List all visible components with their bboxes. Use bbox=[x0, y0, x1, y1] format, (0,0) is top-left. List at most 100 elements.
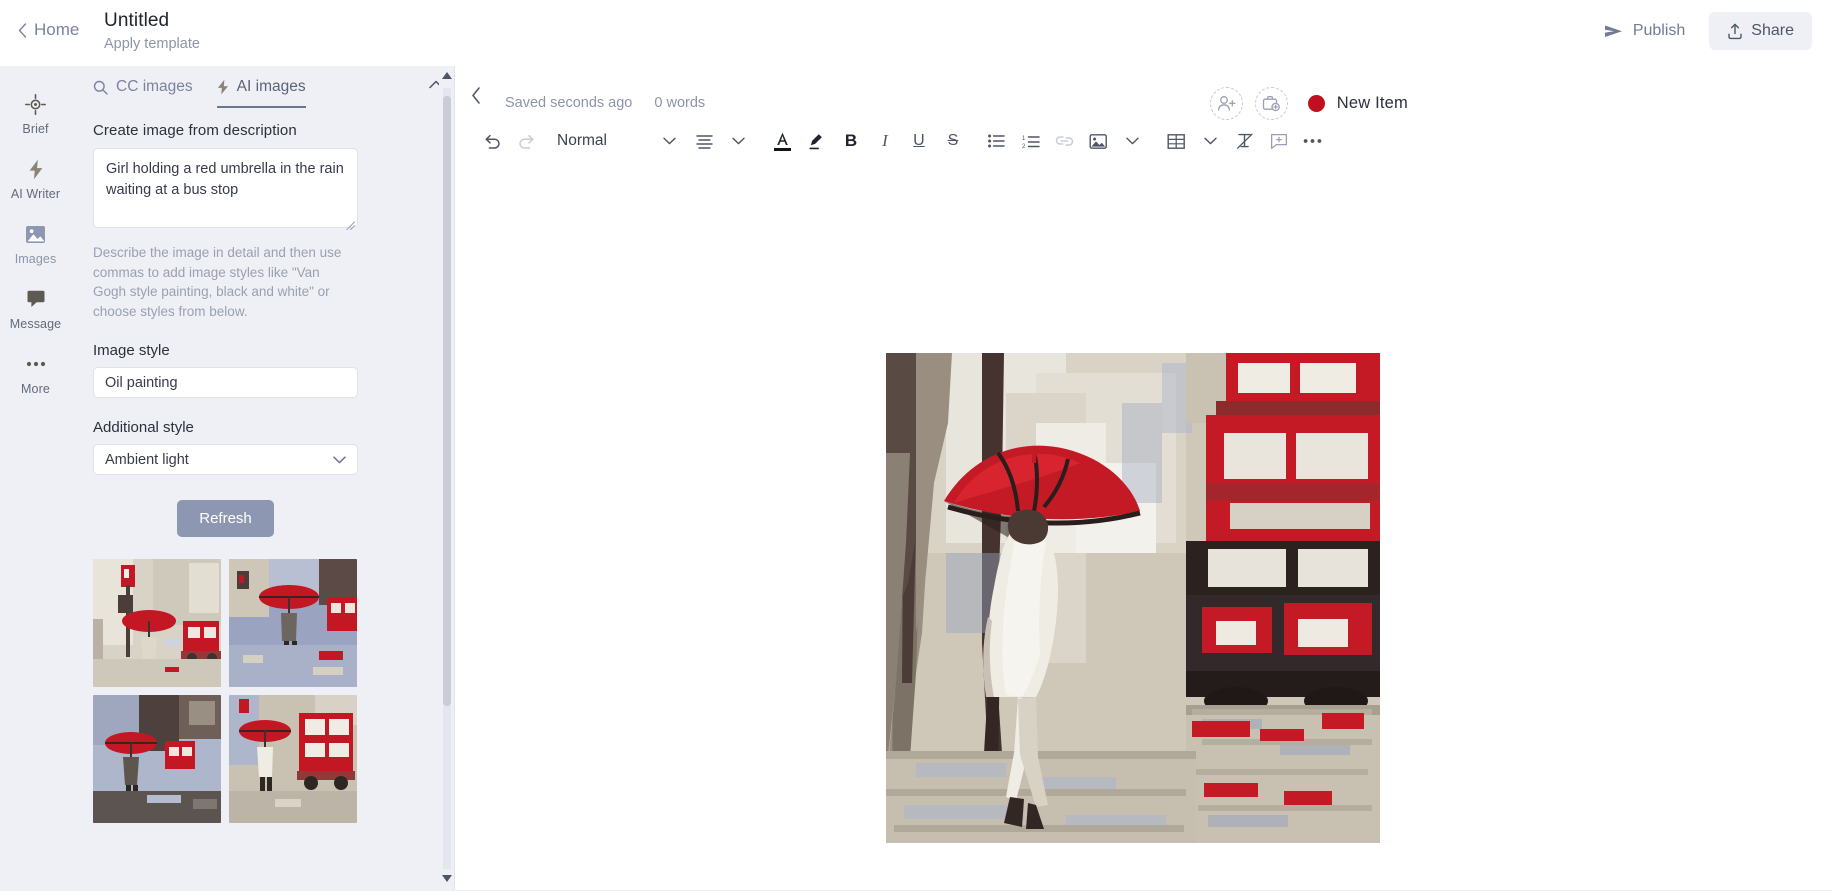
saved-status: Saved seconds ago bbox=[505, 95, 633, 111]
editor-collapse-button[interactable] bbox=[465, 84, 487, 106]
image-style-value: Oil painting bbox=[105, 374, 178, 391]
left-nav-rail: Brief AI Writer Images Message More bbox=[0, 66, 71, 891]
ai-thumbnail-grid bbox=[93, 559, 358, 823]
sidebar-item-ai-writer[interactable]: AI Writer bbox=[0, 147, 71, 210]
add-briefcase-icon[interactable] bbox=[1254, 86, 1288, 120]
underline-button[interactable]: U bbox=[902, 124, 936, 158]
paragraph-style-select[interactable]: Normal bbox=[543, 124, 684, 158]
italic-label: I bbox=[882, 131, 888, 150]
document-titles: Untitled Apply template bbox=[104, 0, 200, 55]
ai-thumbnail-4[interactable] bbox=[229, 695, 357, 823]
home-back-link[interactable]: Home bbox=[0, 0, 100, 40]
page-title: Untitled bbox=[104, 10, 170, 31]
document-editor: Saved seconds ago 0 words New Item Norma… bbox=[455, 66, 1832, 891]
word-count: 0 words bbox=[654, 95, 706, 111]
prompt-field-label: Create image from description bbox=[93, 122, 297, 139]
lightning-icon bbox=[217, 79, 229, 95]
additional-style-select[interactable]: Ambient light bbox=[93, 444, 358, 475]
additional-style-label: Additional style bbox=[93, 419, 194, 436]
insert-image-button[interactable] bbox=[1082, 124, 1116, 158]
font-color-icon bbox=[774, 124, 792, 158]
bullet-list-button[interactable] bbox=[980, 124, 1014, 158]
document-canvas[interactable] bbox=[455, 164, 1832, 891]
align-dropdown-button[interactable] bbox=[722, 124, 756, 158]
font-color-button[interactable] bbox=[766, 124, 800, 158]
paragraph-style-value: Normal bbox=[557, 132, 607, 149]
images-panel: CC images AI images Create image from de… bbox=[71, 66, 455, 891]
align-button[interactable] bbox=[688, 124, 722, 158]
search-icon bbox=[93, 80, 108, 95]
target-icon bbox=[25, 93, 46, 115]
prompt-textarea[interactable] bbox=[93, 148, 358, 228]
refresh-row: Refresh bbox=[93, 500, 358, 537]
publish-label: Publish bbox=[1632, 22, 1686, 39]
numbered-list-button[interactable]: 12 bbox=[1014, 124, 1048, 158]
image-dropdown-button[interactable] bbox=[1116, 124, 1150, 158]
tab-label: AI images bbox=[236, 78, 306, 95]
sidebar-item-message[interactable]: Message bbox=[0, 277, 71, 340]
sidebar-item-images[interactable]: Images bbox=[0, 212, 71, 275]
sidebar-item-label: AI Writer bbox=[10, 187, 61, 201]
ai-thumbnail-3[interactable] bbox=[93, 695, 221, 823]
tab-cc-images[interactable]: CC images bbox=[93, 78, 193, 108]
strikethrough-button[interactable]: S bbox=[936, 124, 970, 158]
insert-table-button[interactable] bbox=[1160, 124, 1194, 158]
link-button[interactable] bbox=[1048, 124, 1082, 158]
apply-template-link[interactable]: Apply template bbox=[104, 34, 200, 55]
panel-scrollbar[interactable] bbox=[439, 66, 455, 891]
status-badge bbox=[1307, 94, 1325, 112]
svg-text:1: 1 bbox=[1022, 136, 1026, 142]
additional-style-value: Ambient light bbox=[105, 451, 189, 468]
panel-scroll-area: Create image from description Describe t… bbox=[71, 110, 455, 891]
new-item-label: New Item bbox=[1336, 93, 1408, 112]
chevron-down-icon bbox=[333, 455, 346, 464]
font-color-swatch bbox=[774, 147, 792, 152]
panel-tab-bar: CC images AI images bbox=[71, 66, 455, 110]
tab-label: CC images bbox=[116, 78, 193, 95]
clear-format-button[interactable] bbox=[1228, 124, 1262, 158]
top-bar-actions: Publish Share bbox=[1590, 0, 1832, 50]
new-item-chip[interactable]: New Item bbox=[1307, 93, 1408, 113]
redo-button[interactable] bbox=[509, 124, 543, 158]
sidebar-item-label: Brief bbox=[22, 122, 49, 136]
table-dropdown-button[interactable] bbox=[1194, 124, 1228, 158]
message-icon bbox=[26, 288, 46, 310]
sidebar-item-label: Message bbox=[9, 317, 62, 331]
app-root: Home Untitled Apply template Publish Sha… bbox=[0, 0, 1832, 891]
share-label: Share bbox=[1751, 22, 1794, 39]
strikethrough-label: S bbox=[947, 132, 959, 149]
tab-ai-images[interactable]: AI images bbox=[216, 78, 306, 108]
image-icon bbox=[25, 223, 46, 245]
generated-image-preview[interactable] bbox=[886, 353, 1380, 843]
sidebar-item-more[interactable]: More bbox=[0, 342, 71, 405]
ellipsis-icon bbox=[26, 353, 46, 375]
underline-label: U bbox=[913, 132, 925, 149]
lightning-icon bbox=[28, 158, 44, 180]
scroll-up-arrow-icon[interactable] bbox=[442, 72, 452, 82]
bold-label: B bbox=[844, 131, 858, 150]
share-button[interactable]: Share bbox=[1709, 12, 1812, 50]
scrollbar-thumb[interactable] bbox=[443, 96, 451, 706]
chevron-down-icon bbox=[663, 137, 676, 145]
ai-thumbnail-1[interactable] bbox=[93, 559, 221, 687]
refresh-button[interactable]: Refresh bbox=[177, 500, 274, 537]
editor-toolbar: Normal B I U S 1 2 bbox=[459, 118, 1832, 164]
scroll-down-arrow-icon[interactable] bbox=[442, 875, 452, 885]
undo-button[interactable] bbox=[475, 124, 509, 158]
chevron-down-icon bbox=[333, 379, 346, 387]
italic-button[interactable]: I bbox=[868, 124, 902, 158]
comment-button[interactable] bbox=[1262, 124, 1296, 158]
sidebar-item-brief[interactable]: Brief bbox=[0, 82, 71, 145]
image-style-select[interactable]: Oil painting bbox=[93, 367, 358, 398]
prompt-input-wrapper bbox=[93, 148, 358, 233]
bold-button[interactable]: B bbox=[834, 124, 868, 158]
highlight-button[interactable] bbox=[800, 124, 834, 158]
svg-text:2: 2 bbox=[1022, 144, 1026, 149]
publish-button[interactable]: Publish bbox=[1590, 14, 1699, 48]
more-options-button[interactable] bbox=[1296, 124, 1330, 158]
ai-thumbnail-2[interactable] bbox=[229, 559, 357, 687]
sidebar-item-label: More bbox=[21, 382, 50, 396]
add-person-icon[interactable] bbox=[1209, 86, 1243, 120]
image-style-label: Image style bbox=[93, 342, 170, 359]
sidebar-item-label: Images bbox=[14, 252, 57, 266]
